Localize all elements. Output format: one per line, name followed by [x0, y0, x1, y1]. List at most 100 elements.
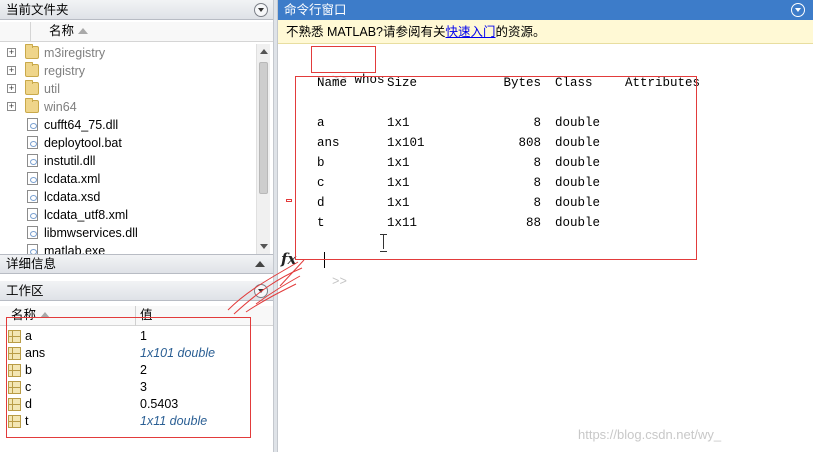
file-list-item[interactable]: instutil.dll [0, 152, 256, 170]
file-name: lcdata.xsd [44, 190, 101, 204]
folder-icon [25, 98, 39, 113]
whos-cell-name: ans [317, 136, 340, 150]
file-list-item[interactable]: + win64 [0, 98, 256, 116]
variable-value: 0.5403 [140, 397, 179, 411]
whos-header-class: Class [555, 76, 593, 90]
workspace-variable-row[interactable]: ans 1x101 double [0, 345, 273, 362]
workspace-variable-row[interactable]: a1 [0, 328, 273, 345]
command-text: whos [354, 73, 385, 87]
variable-name: ans [25, 346, 46, 360]
sort-ascending-icon [40, 312, 51, 318]
expand-folder-icon[interactable]: + [7, 84, 16, 93]
variable-name: a [25, 329, 32, 343]
file-icon [27, 244, 38, 254]
file-list-item[interactable]: lcdata.xml [0, 170, 256, 188]
file-list-item[interactable]: + m3iregistry [0, 44, 256, 62]
variable-value: 1 [140, 329, 147, 343]
file-icon [27, 226, 38, 239]
variable-name: b [25, 363, 32, 377]
getting-started-notice: 不熟悉 MATLAB?请参阅有关快速入门的资源。 [278, 20, 813, 44]
variable-value: 1x11 double [140, 414, 208, 428]
file-list-scrollbar[interactable] [256, 44, 270, 254]
column-divider [135, 306, 136, 326]
file-list-item[interactable]: cufft64_75.dll [0, 116, 256, 134]
file-name: util [44, 82, 60, 96]
annotation-arrow-strokes [227, 259, 305, 315]
variable-value: 2 [140, 363, 147, 377]
current-folder-column-header[interactable]: 名称 [0, 22, 273, 42]
file-name: matlab.exe [44, 244, 106, 254]
line-marker [286, 199, 292, 202]
variable-icon [8, 415, 21, 428]
file-name: instutil.dll [44, 154, 96, 168]
workspace-name-column[interactable]: 名称 [11, 306, 51, 325]
variable-value: 3 [140, 380, 147, 394]
expand-folder-icon[interactable]: + [7, 66, 16, 75]
expand-folder-icon[interactable]: + [7, 102, 16, 111]
file-icon [27, 136, 38, 149]
whos-cell-class: double [555, 176, 601, 190]
file-name: lcdata_utf8.xml [44, 208, 129, 222]
sort-ascending-icon [78, 28, 89, 34]
workspace-table: a 1 ans 1x101 double b 2 c 3 d 0.5403 t 1x11 double [0, 328, 273, 430]
expand-folder-icon[interactable]: + [7, 48, 16, 57]
whos-cell-size: 1x11 [387, 216, 418, 230]
file-name: cufft64_75.dll [44, 118, 119, 132]
variable-icon [8, 347, 21, 360]
current-folder-menu-icon[interactable] [254, 3, 268, 17]
command-window-body[interactable]: >> whos Name Size Bytes Class Attributes… [278, 44, 813, 452]
current-folder-header: 当前文件夹 [0, 0, 273, 20]
scroll-thumb[interactable] [259, 62, 268, 194]
notice-suffix: 的资源。 [495, 25, 546, 39]
file-name: libmwservices.dll [44, 226, 138, 240]
left-panel: 当前文件夹 名称 + m3iregistry + registry + util + win6… [0, 0, 273, 452]
file-icon [27, 118, 38, 131]
workspace-variable-row[interactable]: t 1x11 double [0, 413, 273, 430]
workspace-value-column[interactable]: 值 [140, 306, 153, 325]
variable-icon [8, 398, 21, 411]
whos-cell-size: 1x1 [387, 176, 410, 190]
file-list-item[interactable]: + util [0, 80, 256, 98]
ibeam-cursor-icon [380, 234, 387, 252]
whos-header-attributes: Attributes [625, 76, 701, 90]
current-folder-title: 当前文件夹 [6, 3, 69, 17]
folder-icon [25, 44, 39, 59]
command-window-title: 命令行窗口 [284, 3, 347, 17]
file-list-item[interactable]: deploytool.bat [0, 134, 256, 152]
folder-icon [25, 62, 39, 77]
variable-icon [8, 364, 21, 377]
file-list: + m3iregistry + registry + util + win64 cufft64_… [0, 44, 256, 254]
file-list-item[interactable]: libmwservices.dll [0, 224, 256, 242]
whos-cell-name: c [317, 176, 325, 190]
file-list-item[interactable]: lcdata.xsd [0, 188, 256, 206]
variable-value: 1x101 double [140, 346, 216, 360]
whos-cell-name: t [317, 216, 325, 230]
file-name: registry [44, 64, 85, 78]
whos-cell-size: 1x1 [387, 196, 410, 210]
whos-cell-bytes: 88 [525, 216, 541, 230]
variable-name: d [25, 397, 32, 411]
whos-cell-name: a [317, 116, 325, 130]
whos-cell-bytes: 808 [518, 136, 541, 150]
file-list-item[interactable]: matlab.exe [0, 242, 256, 254]
name-column-label[interactable]: 名称 [49, 22, 89, 41]
workspace-variable-row[interactable]: d 0.5403 [0, 396, 273, 413]
whos-cell-bytes: 8 [533, 156, 541, 170]
workspace-variable-row[interactable]: b2 [0, 362, 273, 379]
whos-header-name: Name [317, 76, 348, 90]
file-list-item[interactable]: + registry [0, 62, 256, 80]
whos-cell-class: double [555, 136, 601, 150]
whos-header-size: Size [387, 76, 418, 90]
scroll-up-icon[interactable] [260, 49, 268, 54]
whos-cell-class: double [555, 116, 601, 130]
workspace-variable-row[interactable]: c3 [0, 379, 273, 396]
file-name: win64 [44, 100, 77, 114]
file-list-item[interactable]: lcdata_utf8.xml [0, 206, 256, 224]
getting-started-link[interactable]: 快速入门 [446, 25, 496, 39]
command-window-menu-icon[interactable] [791, 3, 805, 17]
whos-cell-bytes: 8 [533, 196, 541, 210]
whos-cell-size: 1x1 [387, 116, 410, 130]
variable-icon [8, 381, 21, 394]
whos-cell-class: double [555, 196, 601, 210]
workspace-title: 工作区 [6, 284, 44, 298]
